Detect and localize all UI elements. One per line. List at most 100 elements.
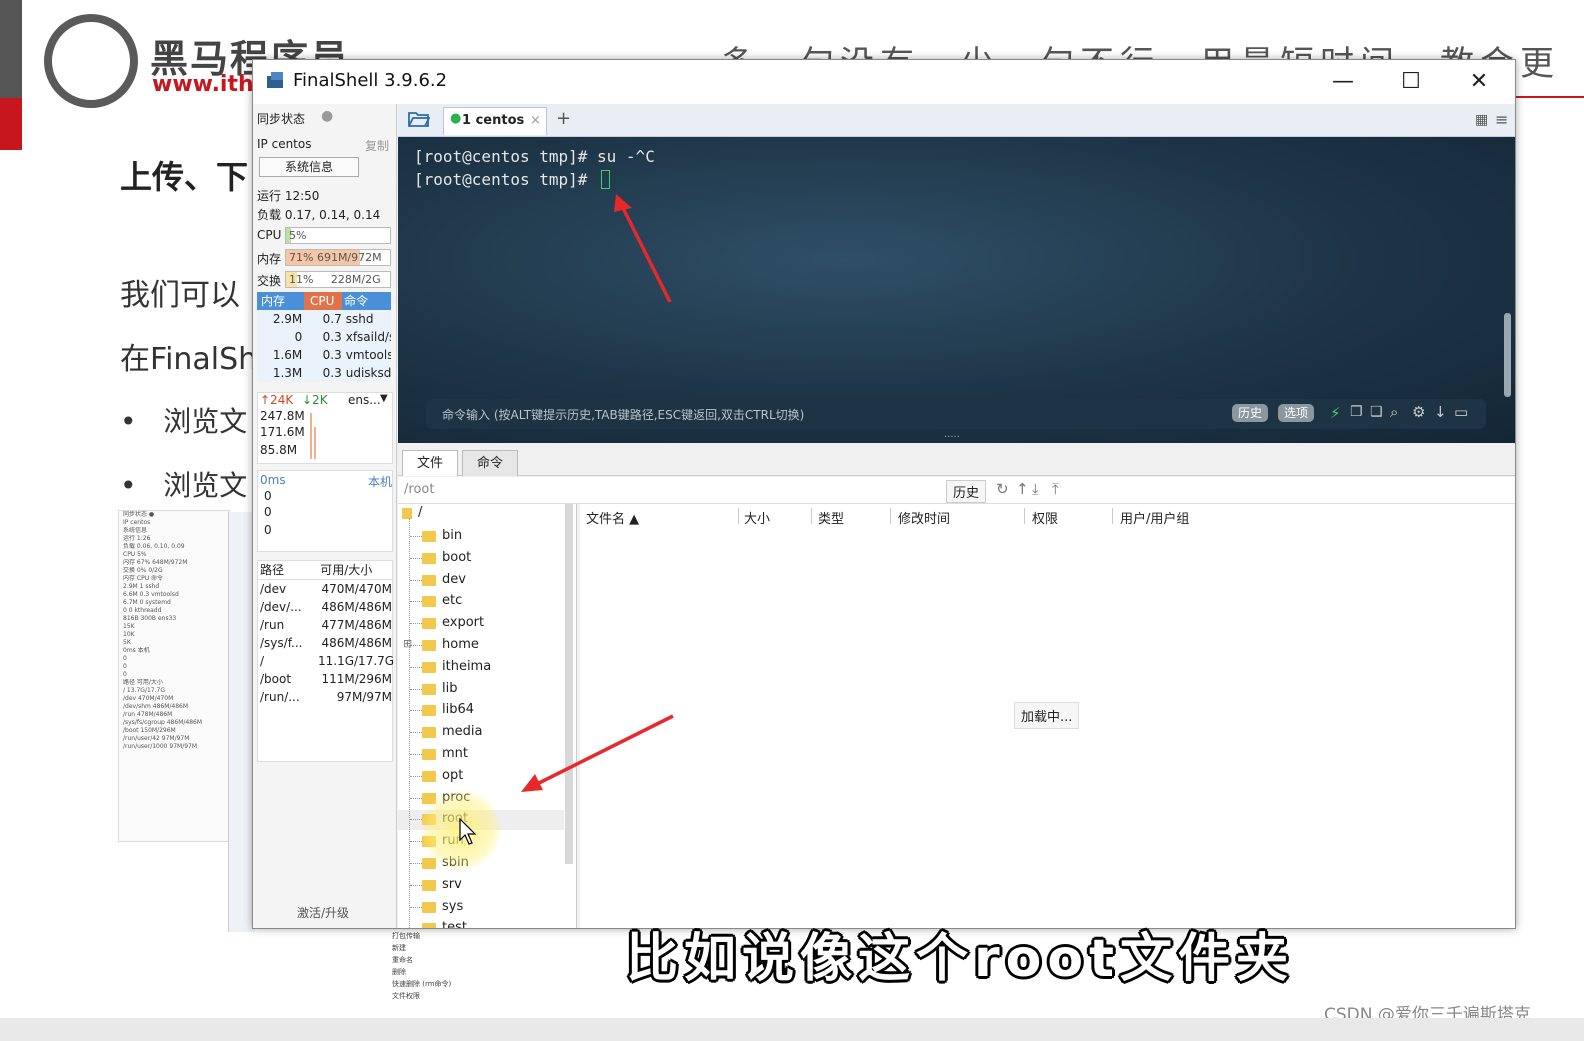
- terminal-area[interactable]: [root@centos tmp]# su -^C [root@centos t…: [398, 137, 1515, 443]
- grid-layout-icon[interactable]: ▦: [1475, 112, 1488, 128]
- tree-item-bin[interactable]: bin: [442, 528, 462, 543]
- tree-connector: [410, 579, 422, 581]
- history-button[interactable]: 历史: [1232, 404, 1269, 422]
- ping-monitor: 0ms 本机 0 0 0: [257, 470, 393, 552]
- gear-icon[interactable]: ⚙: [1412, 403, 1425, 421]
- disk-row[interactable]: /run/... 97M/97M: [258, 688, 392, 706]
- tab-files[interactable]: 文件: [402, 450, 459, 476]
- disk-size: 486M/486M: [321, 636, 392, 650]
- tab-close-icon[interactable]: ×: [530, 113, 541, 128]
- column-separator[interactable]: [1112, 508, 1113, 524]
- column-filename[interactable]: 文件名 ▲: [586, 508, 639, 527]
- disk-size: 111M/296M: [321, 672, 392, 686]
- copy-ip-link[interactable]: 复制: [365, 137, 389, 154]
- add-tab-icon[interactable]: +: [556, 108, 571, 129]
- command-input-hint: 命令输入 (按ALT键提示历史,TAB键路径,ESC键返回,双击CTRL切换): [442, 408, 805, 422]
- download-icon[interactable]: ⤓: [1032, 480, 1039, 498]
- tree-item-home[interactable]: home: [442, 637, 479, 652]
- tree-item-test[interactable]: test: [442, 920, 467, 928]
- column-modified[interactable]: 修改时间: [898, 508, 950, 527]
- ping-value-2: 0: [264, 505, 272, 519]
- menu-list-icon[interactable]: ≡: [1495, 110, 1508, 129]
- tree-connector: [410, 710, 422, 712]
- tree-item-dev[interactable]: dev: [442, 572, 466, 587]
- disk-row[interactable]: /dev/... 486M/486M: [258, 598, 392, 616]
- tree-scrollbar[interactable]: [565, 504, 573, 864]
- disk-header-path[interactable]: 路径: [258, 561, 316, 579]
- process-mem: 1.3M: [272, 366, 303, 380]
- window-icon[interactable]: ▭: [1454, 403, 1468, 421]
- mouse-pointer-icon: [459, 818, 477, 845]
- copy-icon[interactable]: ❐: [1350, 404, 1363, 420]
- disk-header-size[interactable]: 可用/大小: [316, 561, 392, 579]
- tree-item-boot[interactable]: boot: [442, 550, 471, 565]
- tree-item-etc[interactable]: etc: [442, 593, 462, 608]
- column-size[interactable]: 大小: [744, 508, 770, 527]
- folder-icon: [422, 683, 436, 695]
- column-permissions[interactable]: 权限: [1032, 508, 1058, 527]
- column-separator[interactable]: [811, 508, 812, 524]
- process-row[interactable]: 2.9M 0.7 sshd: [257, 310, 391, 328]
- process-cpu: 0.3: [322, 348, 342, 362]
- close-button[interactable]: ✕: [1445, 60, 1513, 104]
- folder-open-icon[interactable]: [408, 110, 430, 128]
- search-icon[interactable]: ⌕: [1390, 403, 1398, 421]
- disk-table-header: 路径 可用/大小: [258, 561, 392, 580]
- disk-row[interactable]: /boot 111M/296M: [258, 670, 392, 688]
- column-separator[interactable]: [1024, 508, 1025, 524]
- finalshell-app-icon: [267, 72, 283, 88]
- upload-icon[interactable]: ⤒: [1052, 480, 1059, 498]
- maximize-button[interactable]: ☐: [1377, 60, 1445, 104]
- chevron-down-icon[interactable]: ▼: [380, 393, 388, 404]
- activate-upgrade-link[interactable]: 激活/升级: [297, 904, 349, 921]
- column-type[interactable]: 类型: [818, 508, 844, 527]
- network-monitor: ↑24K ↓2K ens... ▼ 247.8M 171.6M 85.8M: [257, 392, 393, 464]
- tree-item-media[interactable]: media: [442, 724, 483, 739]
- disk-row[interactable]: /dev 470M/470M: [258, 580, 392, 598]
- process-row[interactable]: 0 0.3 xfsaild/s: [257, 328, 391, 346]
- tree-item-mnt[interactable]: mnt: [442, 746, 468, 761]
- refresh-icon[interactable]: ↻: [996, 480, 1009, 498]
- sync-status-dot-icon: ●: [321, 108, 334, 124]
- path-history-button[interactable]: 历史: [946, 480, 987, 503]
- process-header-cpu[interactable]: CPU: [304, 292, 343, 310]
- paste-icon[interactable]: ❏: [1370, 404, 1383, 420]
- lightning-icon[interactable]: ⚡: [1330, 404, 1341, 422]
- disk-row[interactable]: / 11.1G/17.7G: [258, 652, 394, 670]
- tab-session-centos[interactable]: ● 1 centos ×: [443, 107, 547, 135]
- column-separator[interactable]: [738, 508, 739, 524]
- process-header-mem[interactable]: 内存: [257, 292, 305, 310]
- panel-splitter[interactable]: .....: [944, 429, 960, 440]
- tree-connector: [410, 841, 422, 843]
- download-arrow-icon[interactable]: ↓: [1434, 403, 1447, 421]
- slide-red-strip: [0, 98, 22, 150]
- tree-item-sys[interactable]: sys: [442, 899, 463, 914]
- options-button[interactable]: 选项: [1278, 404, 1315, 422]
- sysinfo-button[interactable]: 系统信息: [259, 157, 359, 177]
- tree-item-lib[interactable]: lib: [442, 681, 457, 696]
- net-interface-select[interactable]: ens...: [348, 393, 381, 407]
- tree-item-export[interactable]: export: [442, 615, 484, 630]
- tree-item-itheima[interactable]: itheima: [442, 659, 491, 674]
- command-input-bar[interactable]: 命令输入 (按ALT键提示历史,TAB键路径,ESC键返回,双击CTRL切换) …: [426, 399, 1486, 429]
- disk-row[interactable]: /run 477M/486M: [258, 616, 392, 634]
- tree-root[interactable]: /: [418, 505, 422, 520]
- title-bar[interactable]: FinalShell 3.9.6.2 — ☐ ✕: [253, 60, 1515, 104]
- expand-node-icon[interactable]: ⊞: [403, 637, 412, 650]
- mini-shot-row: 交换 0% 0/2G: [123, 567, 163, 574]
- path-input[interactable]: /root: [404, 482, 434, 497]
- process-row[interactable]: 1.3M 0.3 udisksd: [257, 364, 391, 382]
- up-directory-icon[interactable]: ↑: [1016, 480, 1029, 498]
- process-row[interactable]: 1.6M 0.3vmtoolsd: [257, 346, 391, 364]
- minimize-button[interactable]: —: [1309, 60, 1377, 104]
- process-cmd: udisksd: [345, 366, 391, 380]
- tree-item-srv[interactable]: srv: [442, 877, 462, 892]
- tab-commands[interactable]: 命令: [462, 450, 519, 476]
- column-separator[interactable]: [890, 508, 891, 524]
- process-header-cmd[interactable]: 命令: [342, 292, 391, 310]
- disk-row[interactable]: /sys/f... 486M/486M: [258, 634, 392, 652]
- tree-item-opt[interactable]: opt: [442, 768, 463, 783]
- tree-item-lib64[interactable]: lib64: [442, 702, 474, 717]
- terminal-scrollbar[interactable]: [1504, 313, 1511, 397]
- column-owner[interactable]: 用户/用户组: [1120, 508, 1189, 527]
